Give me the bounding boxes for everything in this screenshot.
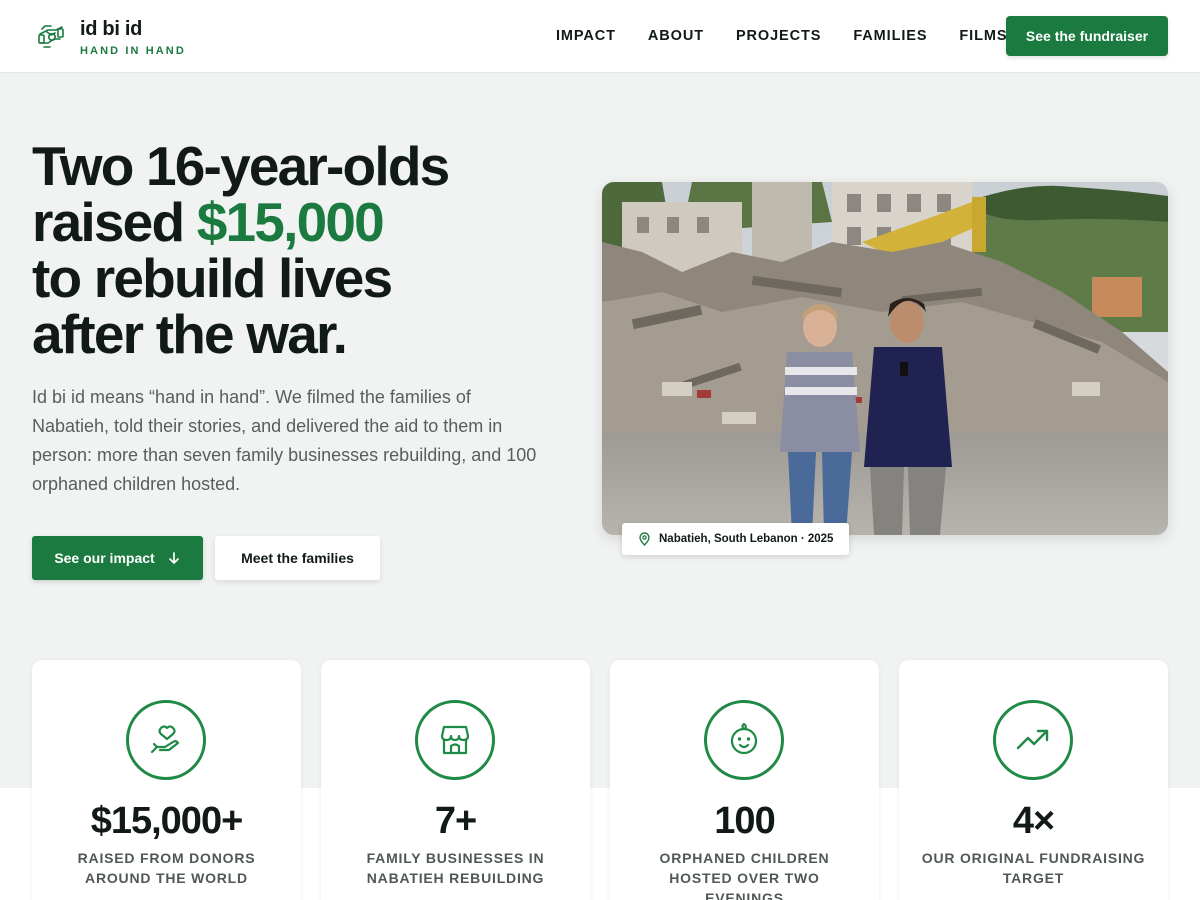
trending-up-icon	[1016, 729, 1049, 750]
meet-families-button[interactable]: Meet the families	[215, 536, 380, 580]
see-impact-button[interactable]: See our impact	[32, 536, 203, 580]
rubble-scene-image	[602, 182, 1168, 535]
hero-title-amount: $15,000	[196, 191, 385, 253]
stat-card-businesses: 7+ Family businesses in Nabatieh rebuild…	[321, 660, 590, 900]
stat-value: 100	[714, 800, 775, 842]
hand-in-hand-logo-icon	[38, 25, 64, 48]
hero-title-line-3: to rebuild lives	[32, 247, 393, 309]
stat-card-children: 100 Orphaned children hosted over two ev…	[610, 660, 879, 900]
nav-link-impact[interactable]: IMPACT	[556, 28, 616, 44]
nav-links: IMPACT ABOUT PROJECTS FAMILIES FILMS	[556, 0, 1039, 72]
stat-value: $15,000+	[90, 800, 244, 842]
hero-title: Two 16-year-olds raised $15,000 to rebui…	[32, 138, 572, 362]
stat-value: 4×	[1012, 800, 1055, 842]
top-nav: id bi id HAND IN HAND IMPACT ABOUT PROJE…	[0, 0, 1200, 73]
hero-photo	[602, 182, 1168, 535]
stat-label: Raised from donors around the world	[77, 850, 256, 886]
hero-description: Id bi id means “hand in hand”. We filmed…	[32, 387, 537, 494]
photo-caption: Nabatieh, South Lebanon · 2025	[622, 523, 850, 555]
brand[interactable]: id bi id HAND IN HAND	[36, 16, 186, 57]
arrow-down-icon	[168, 552, 179, 564]
storefront-icon	[440, 725, 470, 755]
stat-value: 7+	[434, 800, 477, 842]
hero-title-line-1: Two 16-year-olds	[32, 135, 450, 197]
stat-card-target: 4× Our original fundraising target	[899, 660, 1168, 900]
brand-tagline: HAND IN HAND	[80, 45, 186, 57]
hero-title-line-4: after the war.	[32, 303, 348, 365]
stat-card-raised: $15,000+ Raised from donors around the w…	[32, 660, 301, 900]
map-pin-icon	[639, 532, 650, 546]
brand-name: id bi id	[80, 18, 143, 40]
see-impact-label: See our impact	[54, 550, 155, 566]
photo-caption-text: Nabatieh, South Lebanon · 2025	[659, 533, 834, 545]
nav-link-families[interactable]: FAMILIES	[853, 28, 927, 44]
nav-link-about[interactable]: ABOUT	[648, 28, 704, 44]
stat-label: Orphaned children hosted over two evenin…	[659, 850, 830, 900]
hero-title-raised: raised	[32, 191, 185, 253]
nav-link-projects[interactable]: PROJECTS	[736, 28, 821, 44]
baby-face-icon	[730, 722, 758, 755]
hand-heart-icon	[150, 725, 180, 754]
nav-link-films[interactable]: FILMS	[959, 28, 1007, 44]
stat-label: Family businesses in Nabatieh rebuilding	[366, 850, 545, 886]
stat-label: Our original fundraising target	[921, 850, 1146, 886]
fundraiser-button[interactable]: See the fundraiser	[1006, 16, 1168, 56]
